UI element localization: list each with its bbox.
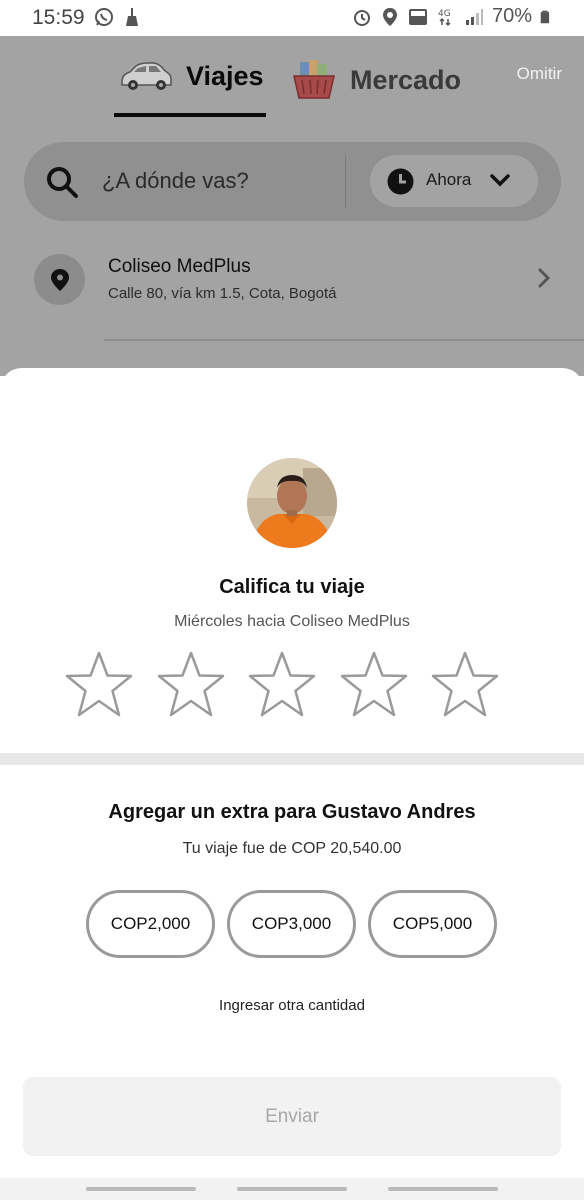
recent-place-address: Calle 80, vía km 1.5, Cota, Bogotá [108, 285, 337, 302]
recent-place-title: Coliseo MedPlus [108, 256, 251, 277]
schedule-time-button[interactable]: Ahora [370, 155, 538, 207]
custom-tip-link[interactable]: Ingresar otra cantidad [0, 997, 584, 1014]
tip-option-button[interactable]: COP5,000 [368, 890, 497, 958]
top-tabs: Viajes Mercado Omitir [0, 36, 584, 126]
rate-trip-subtitle: Miércoles hacia Coliseo MedPlus [174, 613, 410, 630]
nav-recent-button[interactable] [86, 1187, 196, 1191]
tab-mercado-label: Mercado [350, 64, 462, 95]
place-pin-badge [34, 254, 85, 305]
tip-options: COP2,000 COP3,000 COP5,000 [86, 890, 497, 958]
location-pin-icon [50, 268, 69, 291]
schedule-time-label: Ahora [426, 170, 472, 189]
tab-viajes-label: Viajes [186, 60, 264, 91]
signal-icon [465, 8, 483, 25]
star-3-icon[interactable] [247, 650, 317, 720]
rate-trip-title: Califica tu viaje [219, 576, 365, 598]
nav-back-button[interactable] [388, 1187, 498, 1191]
home-screen-overlay: Viajes Mercado Omitir ¿A dónde vas? Ahor… [0, 36, 584, 376]
divider [345, 156, 346, 208]
status-bar: 15:59 4G 70% [0, 0, 584, 36]
section-divider [0, 753, 584, 765]
trip-fare-text: Tu viaje fue de COP 20,540.00 [182, 840, 402, 857]
battery-level: 70% [491, 5, 532, 27]
chevron-down-icon [490, 174, 510, 187]
volte-icon [408, 8, 427, 25]
nav-home-button[interactable] [237, 1187, 347, 1191]
whatsapp-icon [95, 8, 113, 26]
battery-icon [540, 10, 550, 23]
list-divider [104, 339, 584, 341]
search-input[interactable]: ¿A dónde vas? [102, 168, 249, 194]
star-5-icon[interactable] [430, 650, 500, 720]
location-icon [382, 7, 397, 26]
tab-viajes[interactable]: Viajes [118, 58, 264, 94]
star-2-icon[interactable] [156, 650, 226, 720]
status-time: 15:59 [32, 6, 85, 29]
active-tab-indicator [114, 113, 266, 117]
search-bar[interactable]: ¿A dónde vas? Ahora [24, 142, 561, 221]
star-1-icon[interactable] [64, 650, 134, 720]
broom-icon [126, 8, 138, 26]
skip-button[interactable]: Omitir [517, 64, 562, 84]
driver-photo [247, 458, 337, 548]
4g-icon: 4G [438, 9, 451, 26]
alarm-icon [353, 9, 370, 26]
driver-avatar [247, 458, 337, 548]
car-icon [121, 62, 172, 90]
svg-text:4G: 4G [438, 9, 451, 19]
submit-button[interactable]: Enviar [23, 1077, 561, 1156]
tip-option-button[interactable]: COP3,000 [227, 890, 356, 958]
clock-icon [387, 168, 414, 195]
system-nav-bar [0, 1178, 584, 1200]
search-icon [47, 167, 78, 198]
rate-trip-sheet: Califica tu viaje Miércoles hacia Colise… [0, 368, 584, 1200]
recent-place-item[interactable]: Coliseo MedPlus Calle 80, vía km 1.5, Co… [0, 250, 584, 340]
chevron-right-icon [538, 268, 551, 288]
star-rating [64, 650, 500, 720]
basket-icon [293, 60, 335, 99]
tab-mercado[interactable]: Mercado [292, 58, 461, 102]
star-4-icon[interactable] [339, 650, 409, 720]
tip-title: Agregar un extra para Gustavo Andres [108, 801, 476, 823]
tip-option-button[interactable]: COP2,000 [86, 890, 215, 958]
